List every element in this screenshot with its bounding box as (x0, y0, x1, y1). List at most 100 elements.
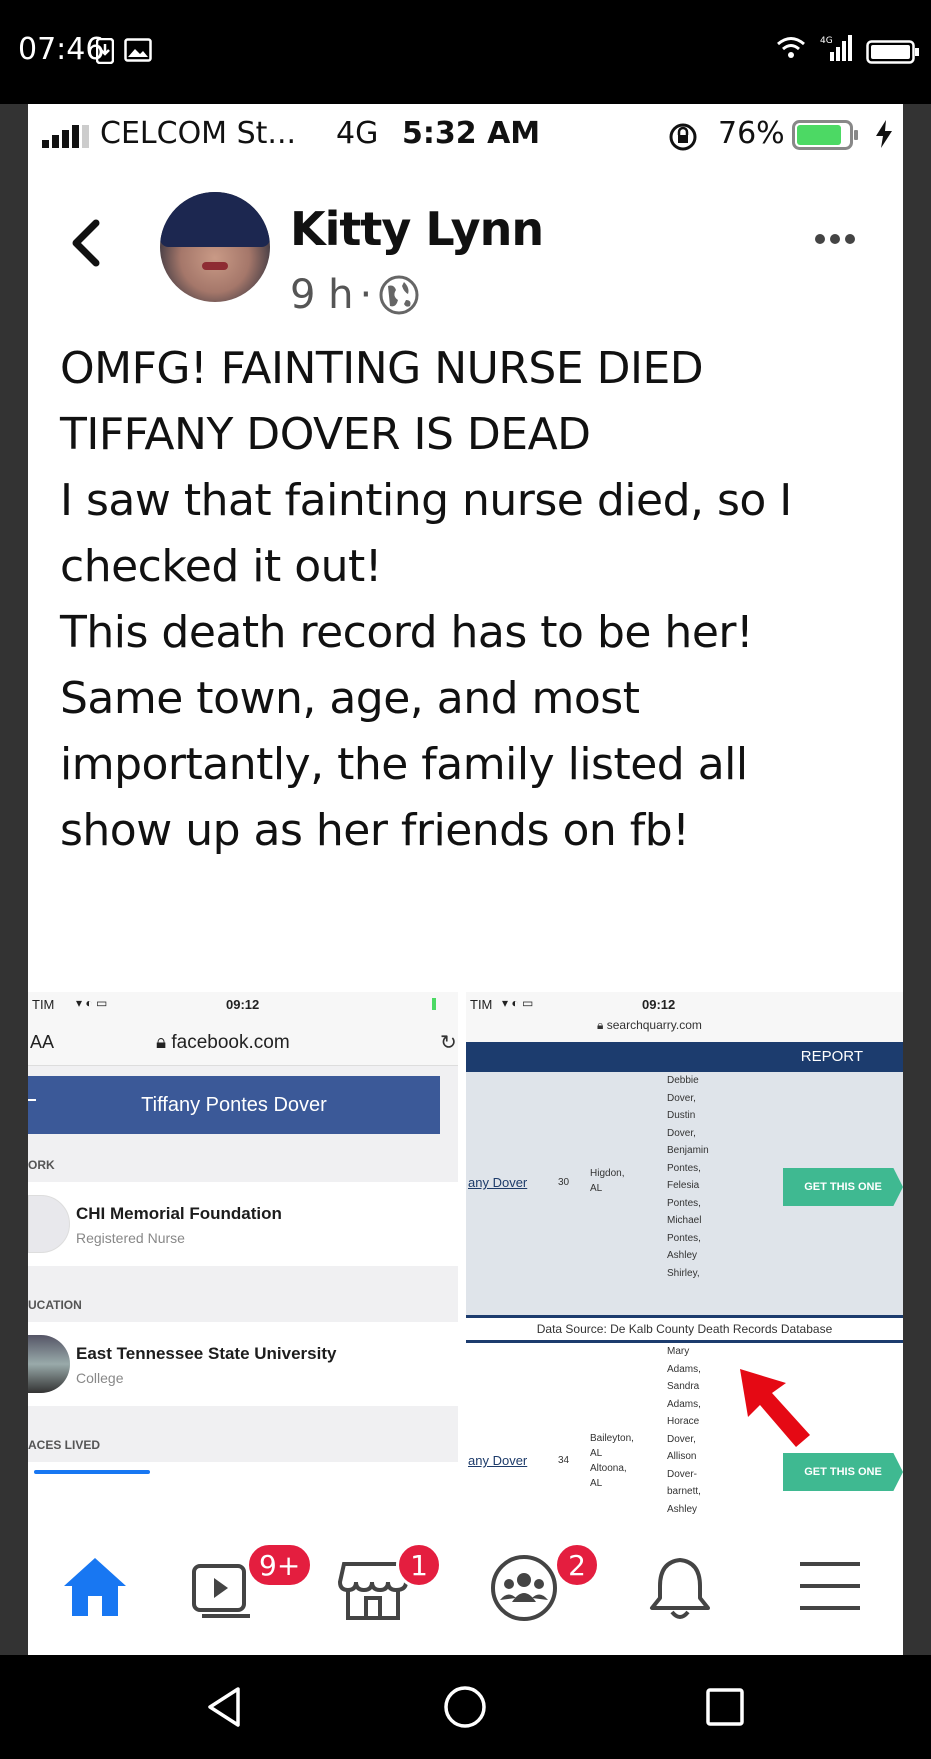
post-line: show up as her friends on fb! (60, 805, 690, 856)
work-card[interactable]: CHI Memorial Foundation Registered Nurse (28, 1182, 458, 1266)
record-relatives: Mary Adams, Sandra Adams, Horace Dover, … (667, 1343, 701, 1518)
right-url[interactable]: 🔒︎ searchquarry.com (597, 1018, 702, 1033)
relative-line: Adams, (667, 1398, 701, 1410)
facebook-bottom-nav: 9+ 1 2 (28, 1522, 903, 1655)
relative-line: Mary (667, 1346, 690, 1357)
wifi-icon (777, 37, 805, 58)
record-age: 34 (558, 1455, 570, 1466)
work-logo-icon (28, 1195, 70, 1253)
post-line: This death record has to be her! (60, 607, 754, 658)
home-icon (64, 1558, 126, 1616)
author-avatar[interactable] (160, 192, 270, 302)
record-relatives: Debbie Dover, Dustin Dover, Benjamin Pon… (667, 1072, 709, 1282)
author-name[interactable]: Kitty Lynn (290, 202, 544, 256)
battery-percent: 76% (718, 116, 785, 151)
tab-indicator (34, 1470, 150, 1474)
location-line: AL (590, 1448, 603, 1459)
reload-icon[interactable]: ↻ (440, 1030, 457, 1055)
recents-square-icon[interactable] (705, 1687, 745, 1727)
relative-line: Michael (667, 1215, 702, 1226)
charging-icon (876, 120, 892, 148)
relative-line: Pontes, (667, 1232, 701, 1244)
more-options-icon[interactable] (814, 212, 856, 254)
svg-text:4G: 4G (820, 36, 833, 46)
ios-battery-icon (792, 120, 858, 150)
android-nav-bar (0, 1655, 931, 1759)
relative-line: Debbie (667, 1075, 699, 1086)
post-line: OMFG! FAINTING NURSE DIED (60, 343, 704, 394)
get-this-one-button[interactable]: GET THIS ONE (783, 1168, 903, 1206)
get-this-one-button[interactable]: GET THIS ONE (783, 1453, 903, 1491)
left-status-icons: ▾ ◐ ▭ (76, 996, 108, 1010)
image-divider (458, 992, 466, 1522)
left-url-text: facebook.com (171, 1032, 290, 1053)
lock-icon: 🔒︎ (156, 1032, 167, 1053)
header-back-icon (28, 1099, 36, 1101)
android-clock: 07:46 (18, 32, 105, 67)
post-line: Same town, age, and most (60, 673, 640, 724)
relative-line: Adams, (667, 1363, 701, 1375)
android-status-bar: 07:46 4G (0, 0, 931, 104)
groups-icon (491, 1555, 557, 1621)
education-card[interactable]: East Tennessee State University College (28, 1322, 458, 1406)
facebook-profile-screenshot: TIM ▾ ◐ ▭ 09:12 AA 🔒︎ facebook.com ↻ Tif… (28, 992, 458, 1522)
right-status-icons: ▾ ◐ ▭ (502, 996, 534, 1010)
notifications-tab[interactable] (648, 1546, 728, 1626)
work-title: CHI Memorial Foundation (76, 1204, 282, 1223)
left-url-bar: AA 🔒︎ facebook.com ↻ (28, 1018, 458, 1066)
left-carrier: TIM (32, 997, 55, 1012)
report-label: REPORT (800, 1048, 863, 1065)
groups-badge: 2 (554, 1542, 600, 1588)
right-url-text: searchquarry.com (606, 1018, 702, 1032)
screenshot-border-right (903, 104, 931, 1655)
left-url[interactable]: 🔒︎ facebook.com (156, 1032, 290, 1054)
location-line: AL (590, 1478, 603, 1489)
post-line: TIFFANY DOVER IS DEAD (60, 409, 591, 460)
record-row-2: any Dover 34 Baileyton, AL Altoona, AL M… (466, 1343, 903, 1522)
location-line: Higdon, (590, 1168, 625, 1179)
relative-line: Dustin (667, 1110, 696, 1121)
back-chevron-icon[interactable] (68, 214, 102, 281)
meta-separator: · (359, 272, 373, 318)
relative-line: Shirley, (667, 1267, 700, 1279)
right-lock-icon: 🔒︎ (597, 1018, 604, 1032)
text-size-button[interactable]: AA (30, 1032, 54, 1053)
relative-line: Dover, (667, 1433, 696, 1445)
home-circle-icon[interactable] (443, 1685, 487, 1729)
death-records-screenshot: TIM ▾ ◐ ▭ 09:12 🔒︎ searchquarry.com REPO… (466, 992, 903, 1522)
work-subtitle: Registered Nurse (76, 1230, 185, 1246)
record-name[interactable]: any Dover (468, 1451, 527, 1471)
relative-line: Dover, (667, 1127, 696, 1139)
menu-tab[interactable] (798, 1546, 878, 1626)
battery-icon (866, 40, 919, 64)
download-icon (96, 38, 114, 64)
post-meta: 9 h · (290, 272, 420, 318)
ios-clock: 5:32 AM (402, 116, 541, 151)
facebook-post-screenshot: CELCOM St... 4G 5:32 AM 76% Kitty Lynn 9… (28, 104, 903, 1655)
red-arrow-icon (740, 1369, 810, 1447)
home-tab[interactable] (60, 1546, 140, 1626)
education-subtitle: College (76, 1370, 124, 1386)
relative-line: Ashley (667, 1250, 698, 1261)
marketplace-badge: 1 (396, 1542, 442, 1588)
places-section-label: ACES LIVED (28, 1438, 101, 1452)
work-section-label: ORK (28, 1158, 55, 1172)
signal-icon: 4G (820, 35, 852, 61)
record-name[interactable]: any Dover (468, 1173, 527, 1193)
post-image[interactable]: TIM ▾ ◐ ▭ 09:12 AA 🔒︎ facebook.com ↻ Tif… (28, 992, 903, 1522)
record-location: Baileyton, AL Altoona, AL (590, 1431, 634, 1491)
post-time[interactable]: 9 h (290, 272, 354, 318)
left-status-bar: TIM ▾ ◐ ▭ 09:12 (28, 992, 458, 1018)
profile-name: Tiffany Pontes Dover (141, 1093, 327, 1116)
post-line: checked it out! (60, 541, 382, 592)
image-icon (124, 38, 152, 62)
relative-line: Ashley (667, 1503, 698, 1515)
back-triangle-icon[interactable] (204, 1685, 244, 1729)
orientation-lock-icon (669, 123, 697, 151)
record-location: Higdon, AL (590, 1166, 624, 1196)
data-source-note: Data Source: De Kalb County Death Record… (466, 1315, 903, 1343)
relative-line: Horace (667, 1416, 700, 1427)
profile-name-header: Tiffany Pontes Dover (28, 1076, 440, 1134)
cell-signal-icon (42, 125, 89, 148)
right-browser-bar: TIM ▾ ◐ ▭ 09:12 🔒︎ searchquarry.com (466, 992, 903, 1042)
